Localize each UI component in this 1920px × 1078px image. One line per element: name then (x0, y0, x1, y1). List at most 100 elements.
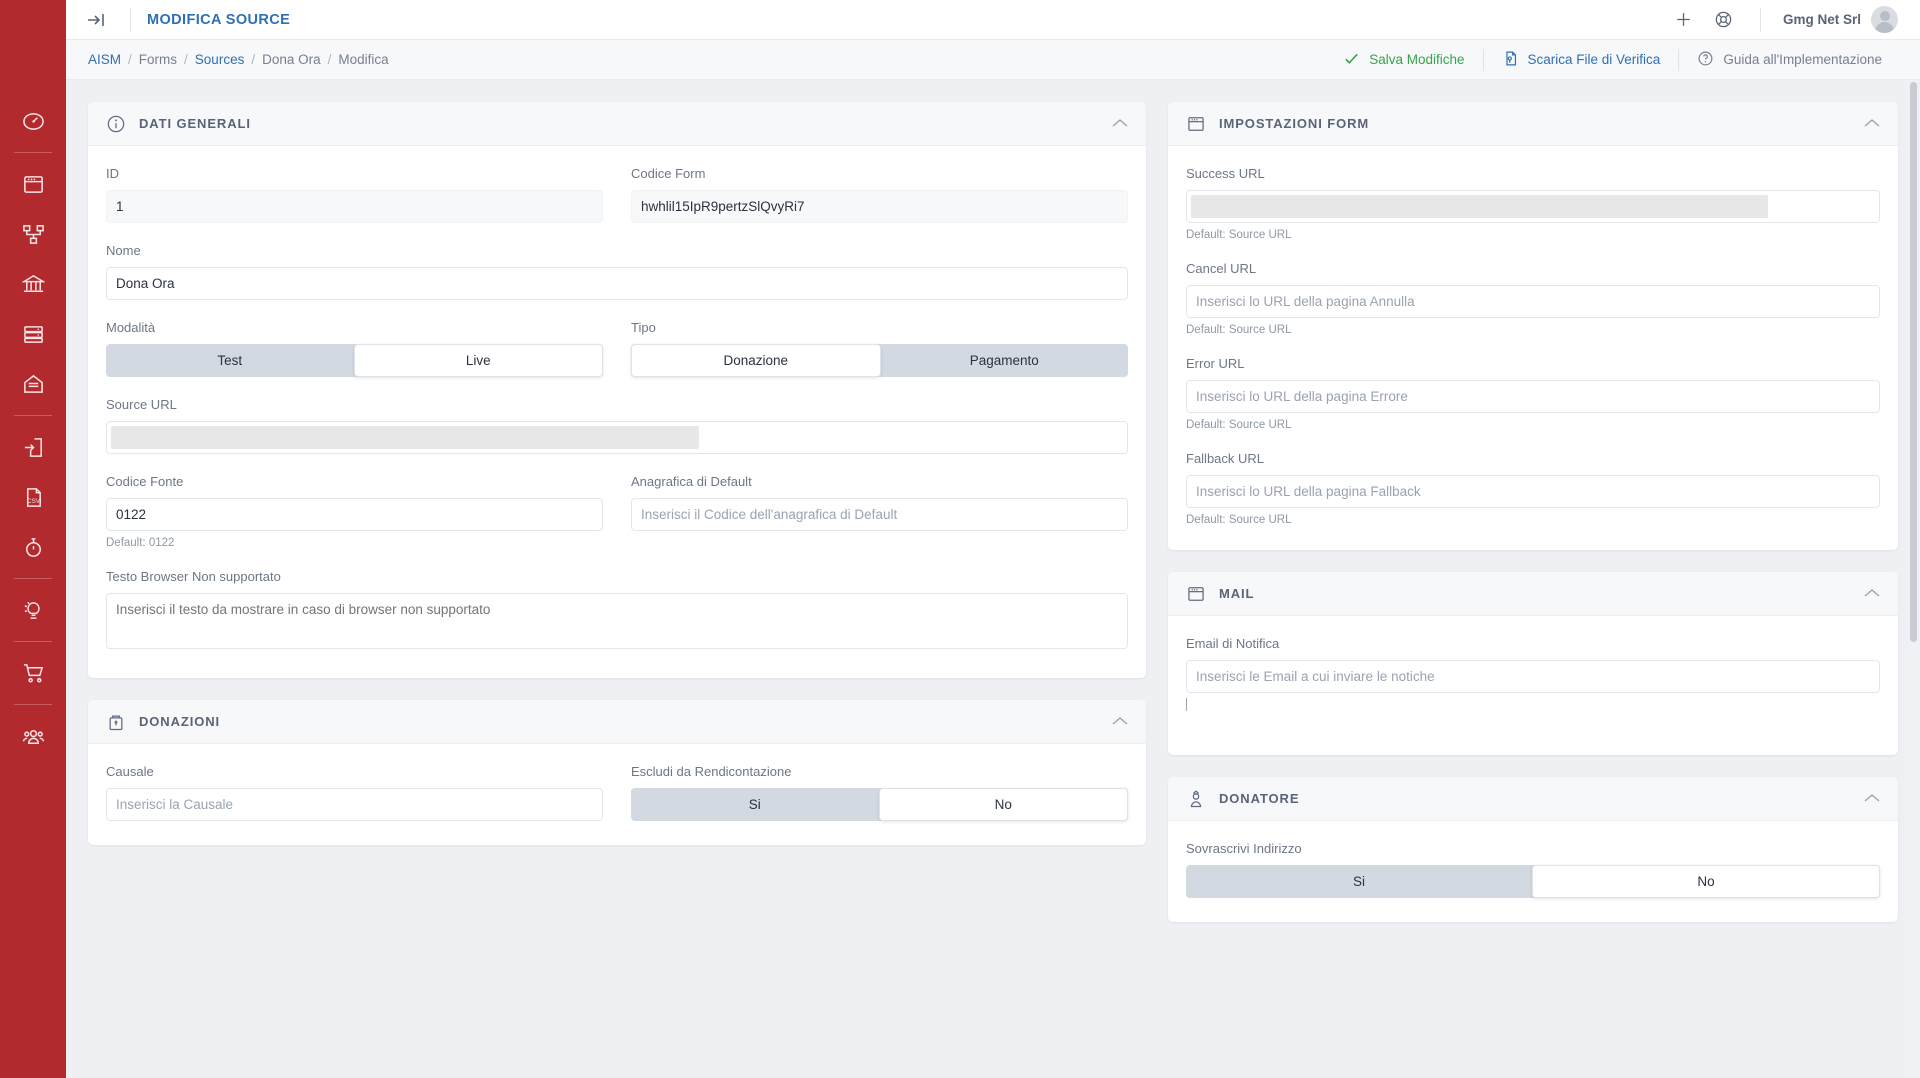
field-sovrascrivi-indirizzo: Sovrascrivi Indirizzo Si No (1186, 841, 1880, 898)
source-url-input[interactable] (106, 421, 1128, 454)
email-notifica-input[interactable]: Inserisci le Email a cui inviare le noti… (1186, 660, 1880, 693)
sidebar-item-csv[interactable]: CSV (0, 472, 66, 522)
sidebar-item-mail[interactable] (0, 359, 66, 409)
error-url-input[interactable]: Inserisci lo URL della pagina Errore (1186, 380, 1880, 413)
content-scroll-area: DATI GENERALI ID 1 Codice Form hwhlil15I (66, 80, 1920, 1078)
field-anagrafica-default: Anagrafica di Default Inserisci il Codic… (631, 474, 1128, 549)
sidebar-item-database[interactable] (0, 309, 66, 359)
avatar[interactable] (1871, 6, 1898, 33)
sidebar-item-users[interactable] (0, 711, 66, 761)
field-row: ID 1 Codice Form hwhlil15IpR9pertzSlQvyR… (106, 166, 1128, 243)
breadcrumb-item-dona-ora[interactable]: Dona Ora (262, 52, 321, 67)
question-circle-icon (1697, 50, 1714, 70)
sidebar-item-insights[interactable] (0, 585, 66, 635)
redacted-block (111, 426, 699, 449)
field-escludi-rendicontazione: Escludi da Rendicontazione Si No (631, 764, 1128, 821)
panel-mail-header[interactable]: MAIL (1168, 572, 1898, 616)
panel-dati-generali: DATI GENERALI ID 1 Codice Form hwhlil15I (88, 102, 1146, 678)
sovrascrivi-option-si[interactable]: Si (1186, 865, 1532, 898)
escludi-option-si[interactable]: Si (631, 788, 879, 821)
panel-impostazioni-form-header[interactable]: IMPOSTAZIONI FORM (1168, 102, 1898, 146)
panel-impostazioni-form-title: IMPOSTAZIONI FORM (1219, 116, 1370, 131)
modalita-option-live[interactable]: Live (353, 344, 603, 377)
collapse-panel-icon[interactable] (80, 5, 114, 35)
testo-browser-textarea[interactable] (106, 593, 1128, 649)
breadcrumb-item-aism[interactable]: AISM (88, 52, 121, 67)
sidebar-item-flows[interactable] (0, 209, 66, 259)
tipo-option-donazione[interactable]: Donazione (631, 344, 881, 377)
field-error-url: Error URL Inserisci lo URL della pagina … (1186, 356, 1880, 431)
panel-donatore-header[interactable]: DONATORE (1168, 777, 1898, 821)
sidebar-item-banks[interactable] (0, 259, 66, 309)
donation-box-icon (106, 712, 126, 732)
field-id: ID 1 (106, 166, 603, 223)
breadcrumb-item-forms[interactable]: Forms (139, 52, 177, 67)
panel-dati-generali-body: ID 1 Codice Form hwhlil15IpR9pertzSlQvyR… (88, 146, 1146, 678)
modalita-toggle: Test Live (106, 344, 603, 377)
causale-input[interactable]: Inserisci la Causale (106, 788, 603, 821)
field-cancel-url: Cancel URL Inserisci lo URL della pagina… (1186, 261, 1880, 336)
chevron-up-icon[interactable] (1112, 715, 1128, 728)
chevron-up-icon[interactable] (1112, 117, 1128, 130)
plus-icon[interactable] (1664, 4, 1704, 36)
stopwatch-icon (22, 536, 45, 559)
codice-form-input[interactable]: hwhlil15IpR9pertzSlQvyRi7 (631, 190, 1128, 223)
tipo-option-pagamento[interactable]: Pagamento (881, 344, 1129, 377)
success-url-hint: Default: Source URL (1186, 229, 1292, 241)
field-modalita-label: Modalità (106, 320, 156, 335)
chevron-up-icon[interactable] (1864, 117, 1880, 130)
sidebar-item-import[interactable] (0, 422, 66, 472)
sovrascrivi-option-no[interactable]: No (1532, 865, 1880, 898)
cancel-url-hint: Default: Source URL (1186, 324, 1292, 336)
file-csv-icon: CSV (22, 486, 45, 509)
sidebar-item-scheduler[interactable] (0, 522, 66, 572)
text-caret (1186, 698, 1187, 711)
sidebar-item-dashboard[interactable] (0, 96, 66, 146)
field-testo-browser-label: Testo Browser Non supportato (106, 569, 281, 584)
modalita-option-test[interactable]: Test (106, 344, 354, 377)
chevron-up-icon[interactable] (1864, 792, 1880, 805)
cancel-url-input[interactable]: Inserisci lo URL della pagina Annulla (1186, 285, 1880, 318)
implementation-guide-button[interactable]: Guida all'Implementazione (1679, 48, 1900, 72)
field-testo-browser: Testo Browser Non supportato (106, 569, 1128, 654)
right-column: IMPOSTAZIONI FORM Success URL Default: S… (1168, 102, 1898, 1078)
panel-dati-generali-header[interactable]: DATI GENERALI (88, 102, 1146, 146)
field-source-url-label: Source URL (106, 397, 177, 412)
guide-button-label: Guida all'Implementazione (1723, 52, 1882, 67)
fallback-url-input[interactable]: Inserisci lo URL della pagina Fallback (1186, 475, 1880, 508)
breadcrumb-item-sources[interactable]: Sources (195, 52, 245, 67)
download-verification-file-button[interactable]: Scarica File di Verifica (1484, 48, 1679, 72)
vertical-scrollbar[interactable] (1909, 80, 1918, 1078)
scrollbar-thumb[interactable] (1910, 82, 1917, 642)
success-url-input[interactable] (1186, 190, 1880, 223)
error-url-hint: Default: Source URL (1186, 419, 1292, 431)
codice-fonte-input[interactable]: 0122 (106, 498, 603, 531)
nome-input[interactable]: Dona Ora (106, 267, 1128, 300)
sidebar-item-forms[interactable] (0, 159, 66, 209)
download-button-label: Scarica File di Verifica (1527, 52, 1661, 67)
check-icon (1343, 50, 1360, 70)
panel-donatore-body: Sovrascrivi Indirizzo Si No (1168, 821, 1898, 922)
bank-icon (21, 273, 45, 296)
server-icon (22, 323, 45, 346)
anagrafica-input[interactable]: Inserisci il Codice dell'anagrafica di D… (631, 498, 1128, 531)
user-name: Gmg Net Srl (1782, 12, 1861, 27)
top-bar: MODIFICA SOURCE Gmg Net Srl (66, 0, 1920, 40)
lifebuoy-icon[interactable] (1704, 4, 1744, 36)
sidebar-item-shop[interactable] (0, 648, 66, 698)
sitemap-icon (22, 223, 45, 246)
field-codice-form: Codice Form hwhlil15IpR9pertzSlQvyRi7 (631, 166, 1128, 223)
page-title: MODIFICA SOURCE (147, 11, 291, 28)
panel-donazioni-header[interactable]: DONAZIONI (88, 700, 1146, 744)
field-causale: Causale Inserisci la Causale (106, 764, 603, 821)
breadcrumb: AISM / Forms / Sources / Dona Ora / Modi… (88, 52, 389, 67)
main-area: MODIFICA SOURCE Gmg Net Srl AISM / Forms… (66, 0, 1920, 1078)
field-nome-label: Nome (106, 243, 141, 258)
panel-donatore: DONATORE Sovrascrivi Indirizzo Si No (1168, 777, 1898, 922)
chevron-up-icon[interactable] (1864, 587, 1880, 600)
breadcrumb-bar: AISM / Forms / Sources / Dona Ora / Modi… (66, 40, 1920, 80)
escludi-option-no[interactable]: No (878, 788, 1128, 821)
id-input[interactable]: 1 (106, 190, 603, 223)
field-success-url: Success URL Default: Source URL (1186, 166, 1880, 241)
save-button[interactable]: Salva Modifiche (1325, 48, 1482, 72)
